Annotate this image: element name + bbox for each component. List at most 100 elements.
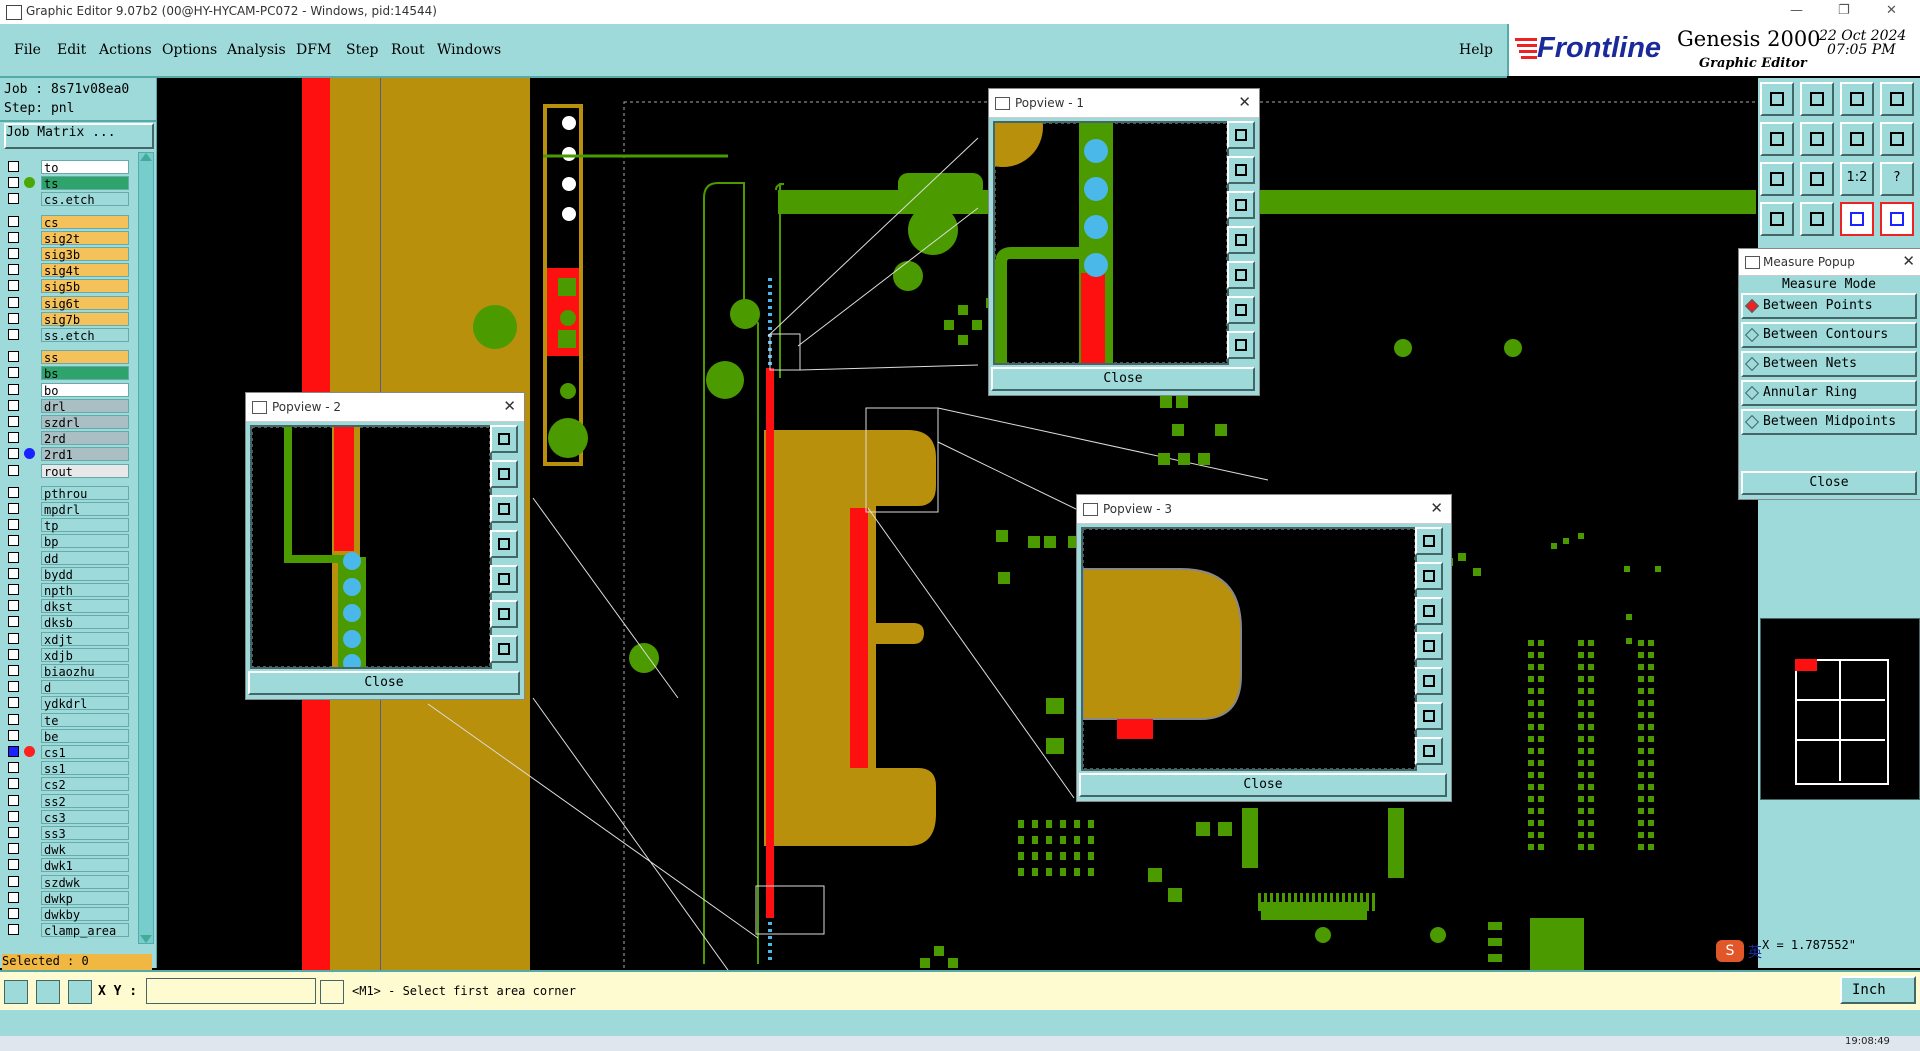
layer-visibility-checkbox[interactable]	[8, 616, 19, 628]
layer-name[interactable]: sig4t	[41, 263, 129, 278]
layer-visibility-checkbox[interactable]	[8, 464, 19, 476]
layer-name[interactable]: szdrl	[41, 415, 129, 430]
layer-visibility-checkbox[interactable]	[8, 367, 19, 379]
popview-2-close-x[interactable]: ✕	[503, 397, 516, 415]
zoom-home-icon[interactable]	[1760, 82, 1794, 116]
layer-visibility-checkbox[interactable]	[8, 762, 19, 774]
layer-visibility-checkbox[interactable]	[8, 264, 19, 276]
measure-close-button[interactable]: Close	[1741, 471, 1917, 495]
layer-name[interactable]: sig3b	[41, 247, 129, 262]
zoom-in-icon[interactable]	[1227, 296, 1255, 324]
layer-name[interactable]: to	[41, 160, 129, 175]
zoom-fit-icon[interactable]	[490, 425, 518, 453]
zoom-out-icon[interactable]	[1227, 331, 1255, 359]
layer-name[interactable]: ss2	[41, 793, 129, 809]
layer-name[interactable]: drl	[41, 398, 129, 414]
xy-input[interactable]	[146, 978, 316, 1004]
layer-name[interactable]: cs1	[41, 745, 129, 760]
layer-name[interactable]: te	[41, 712, 129, 728]
menu-rout[interactable]: Rout	[391, 42, 425, 58]
layer-name[interactable]: ss	[41, 350, 129, 365]
window-icon[interactable]	[1880, 82, 1914, 116]
net-highlight-icon[interactable]	[1840, 202, 1874, 236]
pan-left-icon[interactable]	[1415, 632, 1443, 660]
units-selector[interactable]: Inch	[1840, 976, 1916, 1004]
layer-name[interactable]: sig7b	[41, 311, 129, 327]
menu-step[interactable]: Step	[346, 42, 378, 58]
layer-name[interactable]: mpdrl	[41, 502, 129, 517]
measure-close-x[interactable]: ✕	[1902, 252, 1915, 270]
layer-row-sig2t[interactable]: sig2t	[8, 230, 129, 246]
layer-visibility-checkbox[interactable]	[8, 584, 19, 595]
zoom-in-icon[interactable]	[1415, 702, 1443, 730]
layer-name[interactable]: dwk1	[41, 858, 129, 873]
layer-visibility-checkbox[interactable]	[8, 296, 19, 308]
layer-name[interactable]: d	[41, 680, 129, 695]
layer-name[interactable]: ss1	[41, 761, 129, 776]
layer-name[interactable]: dd	[41, 550, 129, 566]
layer-name[interactable]: rout	[41, 463, 129, 479]
layer-row-sig7b[interactable]: sig7b	[8, 311, 129, 327]
popview-1-view[interactable]	[993, 121, 1229, 365]
layer-row-d[interactable]: d	[8, 680, 129, 695]
layer-visibility-checkbox[interactable]	[8, 827, 19, 838]
layer-visibility-checkbox[interactable]	[8, 746, 19, 757]
layer-row-npth[interactable]: npth	[8, 583, 129, 598]
layer-row-biaozhu[interactable]: biaozhu	[8, 664, 129, 679]
zoom-out-icon[interactable]	[490, 635, 518, 663]
pan-left-icon[interactable]	[1227, 226, 1255, 254]
layer-visibility-checkbox[interactable]	[8, 778, 19, 790]
pan-left-icon[interactable]	[490, 530, 518, 558]
layer-row-sig3b[interactable]: sig3b	[8, 247, 129, 262]
layer-row-dwk1[interactable]: dwk1	[8, 858, 129, 873]
layer-name[interactable]: dwkp	[41, 890, 129, 906]
pan-up-icon[interactable]	[1227, 156, 1255, 184]
pan-left-icon[interactable]	[1760, 122, 1794, 156]
layer-name[interactable]: biaozhu	[41, 664, 129, 679]
layer-visibility-checkbox[interactable]	[8, 713, 19, 725]
layer-visibility-checkbox[interactable]	[8, 448, 19, 460]
layer-visibility-checkbox[interactable]	[8, 794, 19, 806]
popview-3-close-x[interactable]: ✕	[1430, 499, 1443, 517]
layer-name[interactable]: bo	[41, 382, 129, 398]
zoom-fit-icon[interactable]	[1415, 527, 1443, 555]
layer-visibility-checkbox[interactable]	[8, 177, 19, 189]
overview-map[interactable]	[1760, 618, 1920, 800]
layer-row-bo[interactable]: bo	[8, 382, 129, 398]
menu-edit[interactable]: Edit	[57, 42, 86, 58]
close-window-button[interactable]: ✕	[1886, 3, 1897, 18]
layer-visibility-checkbox[interactable]	[8, 551, 19, 563]
layer-row-dksb[interactable]: dksb	[8, 615, 129, 630]
layer-name[interactable]: clamp_area	[41, 923, 129, 938]
layer-row-tp[interactable]: tp	[8, 518, 129, 533]
rotate-icon[interactable]	[1840, 122, 1874, 156]
layer-row-dwkby[interactable]: dwkby	[8, 907, 129, 922]
layer-name[interactable]: dkst	[41, 599, 129, 614]
layer-visibility-checkbox[interactable]	[8, 161, 19, 172]
layer-row-ss[interactable]: ss	[8, 350, 129, 365]
layer-visibility-checkbox[interactable]	[8, 648, 19, 660]
layer-row-ss3[interactable]: ss3	[8, 826, 129, 841]
layer-row-sig5b[interactable]: sig5b	[8, 279, 129, 294]
layer-row-cs2[interactable]: cs2	[8, 777, 129, 792]
layer-visibility-checkbox[interactable]	[8, 859, 19, 871]
layer-row-ss1[interactable]: ss1	[8, 761, 129, 776]
layer-visibility-checkbox[interactable]	[8, 503, 19, 514]
layer-visibility-checkbox[interactable]	[8, 729, 19, 741]
pan-down-icon[interactable]	[1415, 597, 1443, 625]
layer-visibility-checkbox[interactable]	[8, 535, 19, 547]
measure-option-between-nets[interactable]: Between Nets	[1741, 351, 1917, 377]
layer-visibility-checkbox[interactable]	[8, 891, 19, 903]
layer-row-drl[interactable]: drl	[8, 398, 129, 414]
layer-visibility-checkbox[interactable]	[8, 486, 19, 498]
pan-down-icon[interactable]	[1227, 191, 1255, 219]
layer-row-be[interactable]: be	[8, 728, 129, 744]
measure-option-between-midpoints[interactable]: Between Midpoints	[1741, 409, 1917, 435]
layer-name[interactable]: pthrou	[41, 485, 129, 501]
menu-help[interactable]: Help	[1459, 42, 1493, 58]
layer-visibility-checkbox[interactable]	[8, 351, 19, 363]
layer-scrollbar[interactable]	[138, 152, 154, 944]
menu-options[interactable]: Options	[162, 42, 217, 58]
layer-row-2rd[interactable]: 2rd	[8, 431, 129, 446]
layer-row-ts[interactable]: ts	[8, 176, 129, 191]
